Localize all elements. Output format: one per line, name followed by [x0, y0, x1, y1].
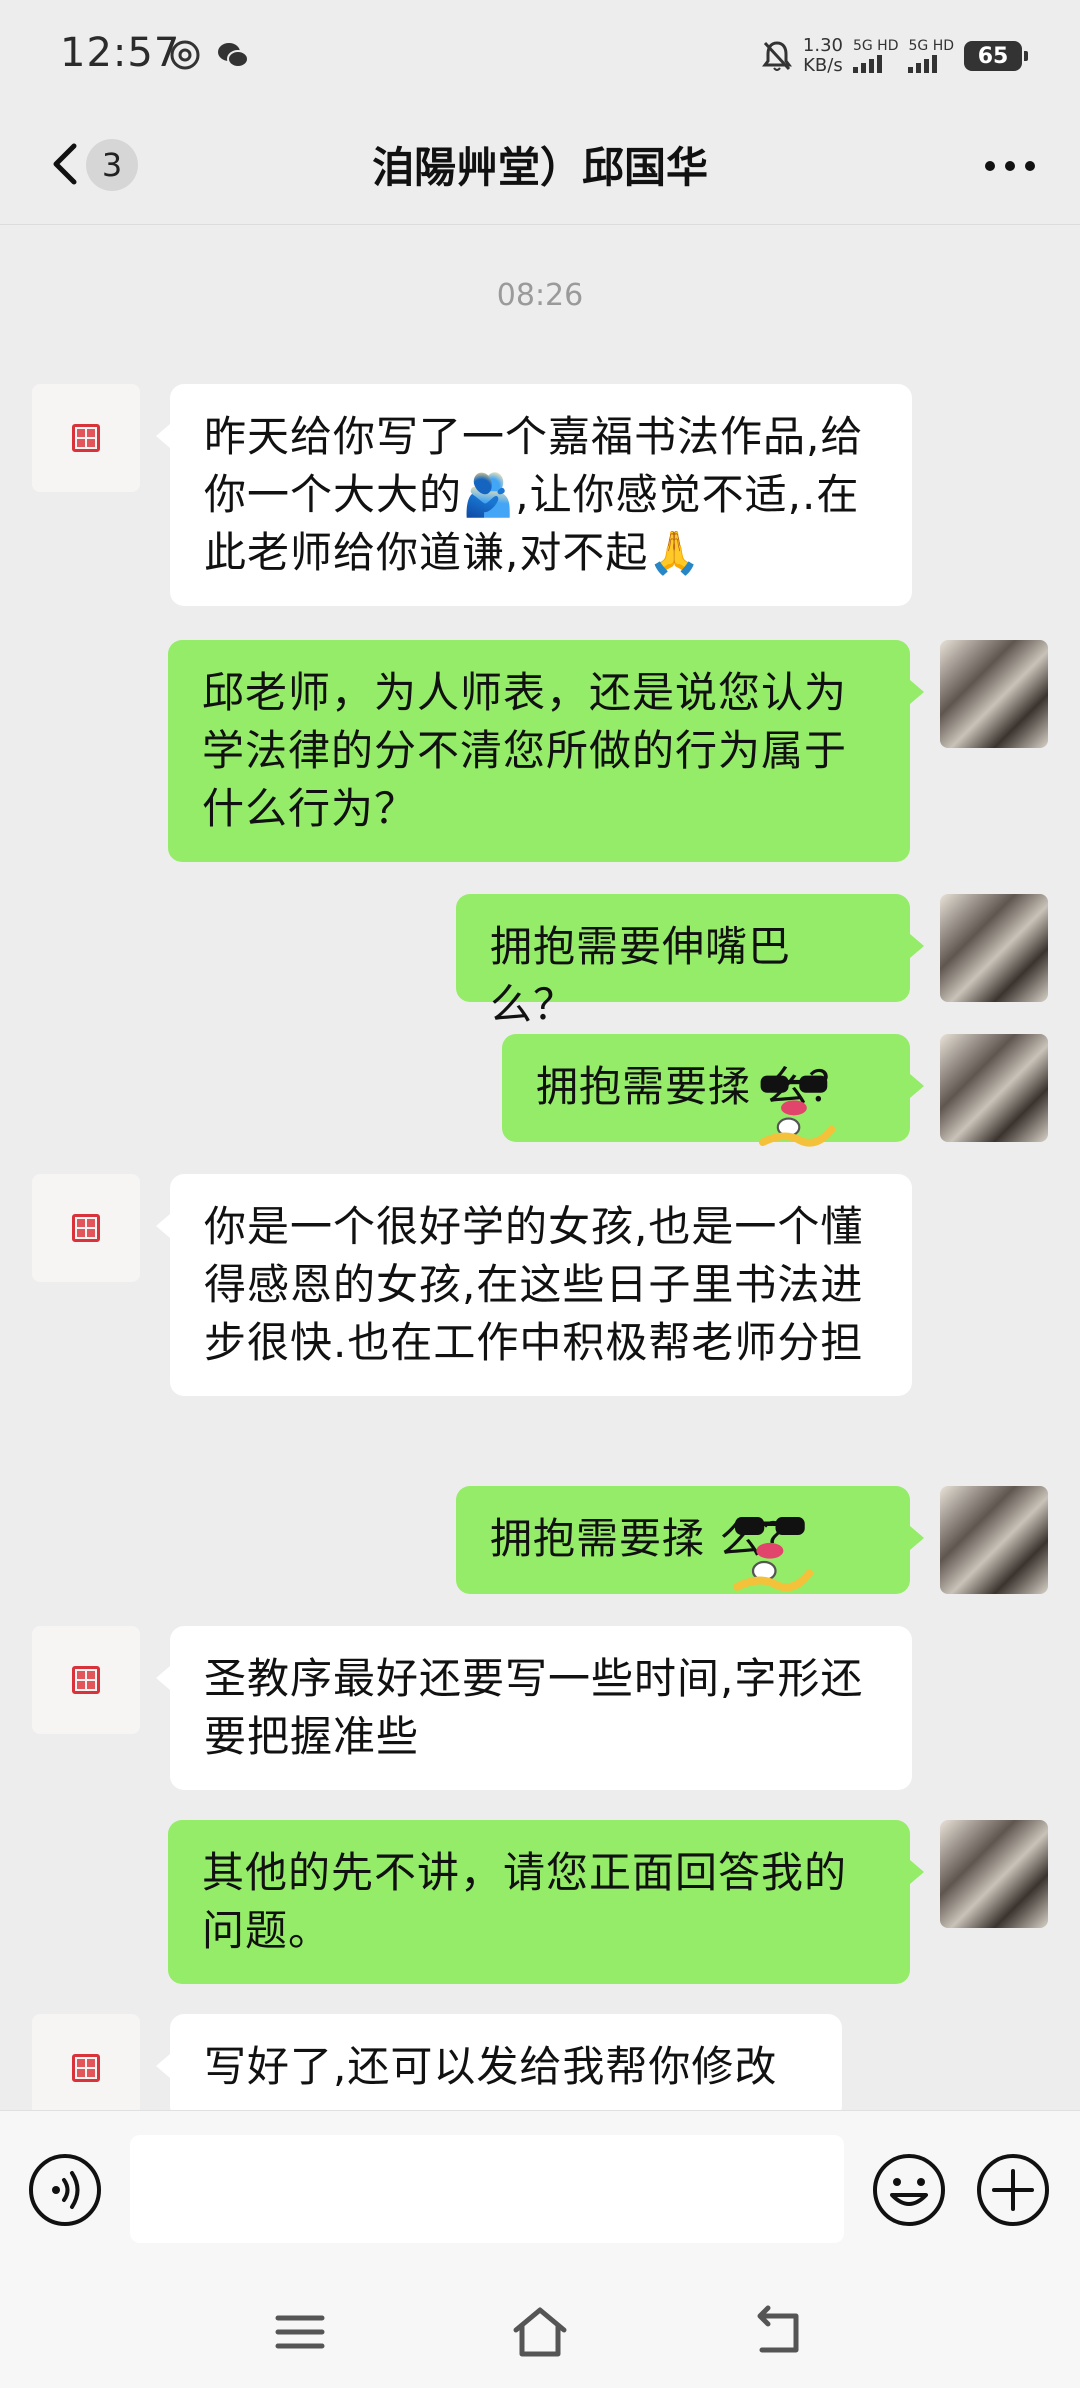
contact-avatar[interactable]: [32, 1626, 140, 1734]
message-input[interactable]: [130, 2135, 844, 2243]
my-avatar[interactable]: [940, 1820, 1048, 1928]
seal-logo-icon: [72, 1214, 100, 1242]
status-time: 12:57: [60, 30, 181, 76]
signal-bars-icon: [908, 53, 938, 73]
message-bubble-outgoing[interactable]: 拥抱需要揉 么？: [502, 1034, 924, 1142]
message-bubble-outgoing[interactable]: 拥抱需要揉 么？: [456, 1486, 924, 1594]
message-bubble-outgoing[interactable]: 其他的先不讲，请您正面回答我的问题。: [168, 1820, 924, 1984]
seal-logo-icon: [72, 2054, 100, 2082]
back-icon[interactable]: [752, 2304, 808, 2360]
my-avatar[interactable]: [940, 1486, 1048, 1594]
seal-logo-icon: [72, 1666, 100, 1694]
home-icon[interactable]: [512, 2304, 568, 2360]
message-bubble-incoming[interactable]: 圣教序最好还要写一些时间,字形还要把握准些: [156, 1626, 912, 1790]
sim2-signal: 5G HD: [908, 39, 954, 73]
status-system-icons: 1.30 KB/s 5G HD 5G HD 65: [761, 35, 1028, 76]
mute-bell-icon: [761, 41, 792, 71]
header-divider: [0, 224, 1080, 225]
my-avatar[interactable]: [940, 1034, 1048, 1142]
more-dots-icon[interactable]: [980, 146, 1040, 186]
message-bubble-incoming[interactable]: 你是一个很好学的女孩,也是一个懂得感恩的女孩,在这些日子里书法进步很快.也在工作…: [156, 1174, 912, 1396]
message-bubble-outgoing[interactable]: 邱老师，为人师表，还是说您认为学法律的分不清您所做的行为属于什么行为？: [168, 640, 924, 862]
sim1-signal: 5G HD: [852, 39, 898, 73]
voice-icon[interactable]: [26, 2151, 104, 2229]
signal-bars-icon: [852, 53, 882, 73]
contact-avatar[interactable]: [32, 2014, 140, 2122]
plus-icon[interactable]: [974, 2151, 1052, 2229]
chat-title: 洎陽艸堂）邱国华: [371, 143, 708, 192]
chat-header: 3 洎陽艸堂）邱国华: [0, 112, 1080, 224]
message-bubble-outgoing[interactable]: 拥抱需要伸嘴巴么？: [456, 894, 924, 1029]
contact-avatar[interactable]: [32, 384, 140, 492]
my-avatar[interactable]: [940, 894, 1048, 1002]
wechat-icon: [218, 43, 249, 68]
sunglasses-emoji-icon: [733, 1517, 814, 1592]
message-bubble-incoming[interactable]: 写好了,还可以发给我帮你修改: [156, 2014, 842, 2120]
status-notification-icons: [168, 38, 250, 72]
contact-avatar[interactable]: [32, 1174, 140, 1282]
system-navigation-bar: [0, 2270, 1080, 2388]
battery-indicator: 65: [964, 41, 1028, 71]
sunglasses-emoji-icon: [758, 1075, 836, 1147]
net-speed: 1.30 KB/s: [802, 35, 843, 76]
app-notification-icon: [170, 40, 200, 70]
message-bubble-incoming[interactable]: 昨天给你写了一个嘉福书法作品,给你一个大大的🫂,让你感觉不适,.在此老师给你道谦…: [156, 384, 912, 606]
seal-logo-icon: [72, 424, 100, 452]
menu-icon[interactable]: [272, 2304, 328, 2360]
input-bar: [0, 2110, 1080, 2271]
emoji-icon[interactable]: [870, 2151, 948, 2229]
my-avatar[interactable]: [940, 640, 1048, 748]
message-timestamp: 08:26: [496, 278, 584, 313]
status-bar: 12:57 1.30 KB/s 5G HD 5G HD 65: [0, 0, 1080, 112]
